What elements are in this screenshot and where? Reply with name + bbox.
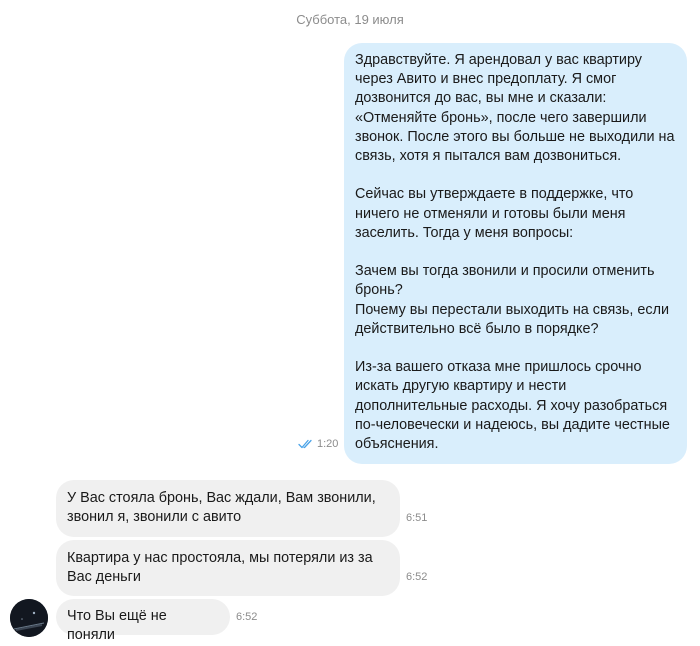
message-time: 1:20 <box>317 438 339 450</box>
avatar-photo-icon <box>10 599 48 637</box>
outgoing-message-meta: 1:20 <box>298 438 338 450</box>
message-paragraph: Из-за вашего отказа мне пришлось срочно … <box>355 359 670 453</box>
message-time: 6:52 <box>406 571 428 583</box>
message-paragraph: Здравствуйте. Я арендовал у вас квартиру… <box>355 52 675 165</box>
double-check-read-icon <box>298 439 312 449</box>
message-time: 6:51 <box>406 512 428 524</box>
contact-avatar[interactable] <box>10 599 48 637</box>
message-time: 6:52 <box>236 611 258 623</box>
message-paragraph: Зачем вы тогда звонили и просили отменит… <box>355 263 670 337</box>
message-text: У Вас стояла бронь, Вас ждали, Вам звони… <box>67 490 376 526</box>
incoming-message-bubble[interactable]: У Вас стояла бронь, Вас ждали, Вам звони… <box>56 480 400 537</box>
message-text: Квартира у нас простояла, мы потеряли из… <box>67 550 373 586</box>
message-paragraph: Сейчас вы утверждаете в поддержке, что н… <box>355 186 634 241</box>
incoming-message-bubble[interactable]: Что Вы ещё не поняли <box>56 599 230 643</box>
message-text: Что Вы ещё не поняли <box>67 608 167 644</box>
chat-date-separator: Суббота, 19 июля <box>296 12 404 27</box>
incoming-message-bubble[interactable]: Квартира у нас простояла, мы потеряли из… <box>56 540 400 596</box>
outgoing-message-bubble[interactable]: Здравствуйте. Я арендовал у вас квартиру… <box>344 43 687 464</box>
